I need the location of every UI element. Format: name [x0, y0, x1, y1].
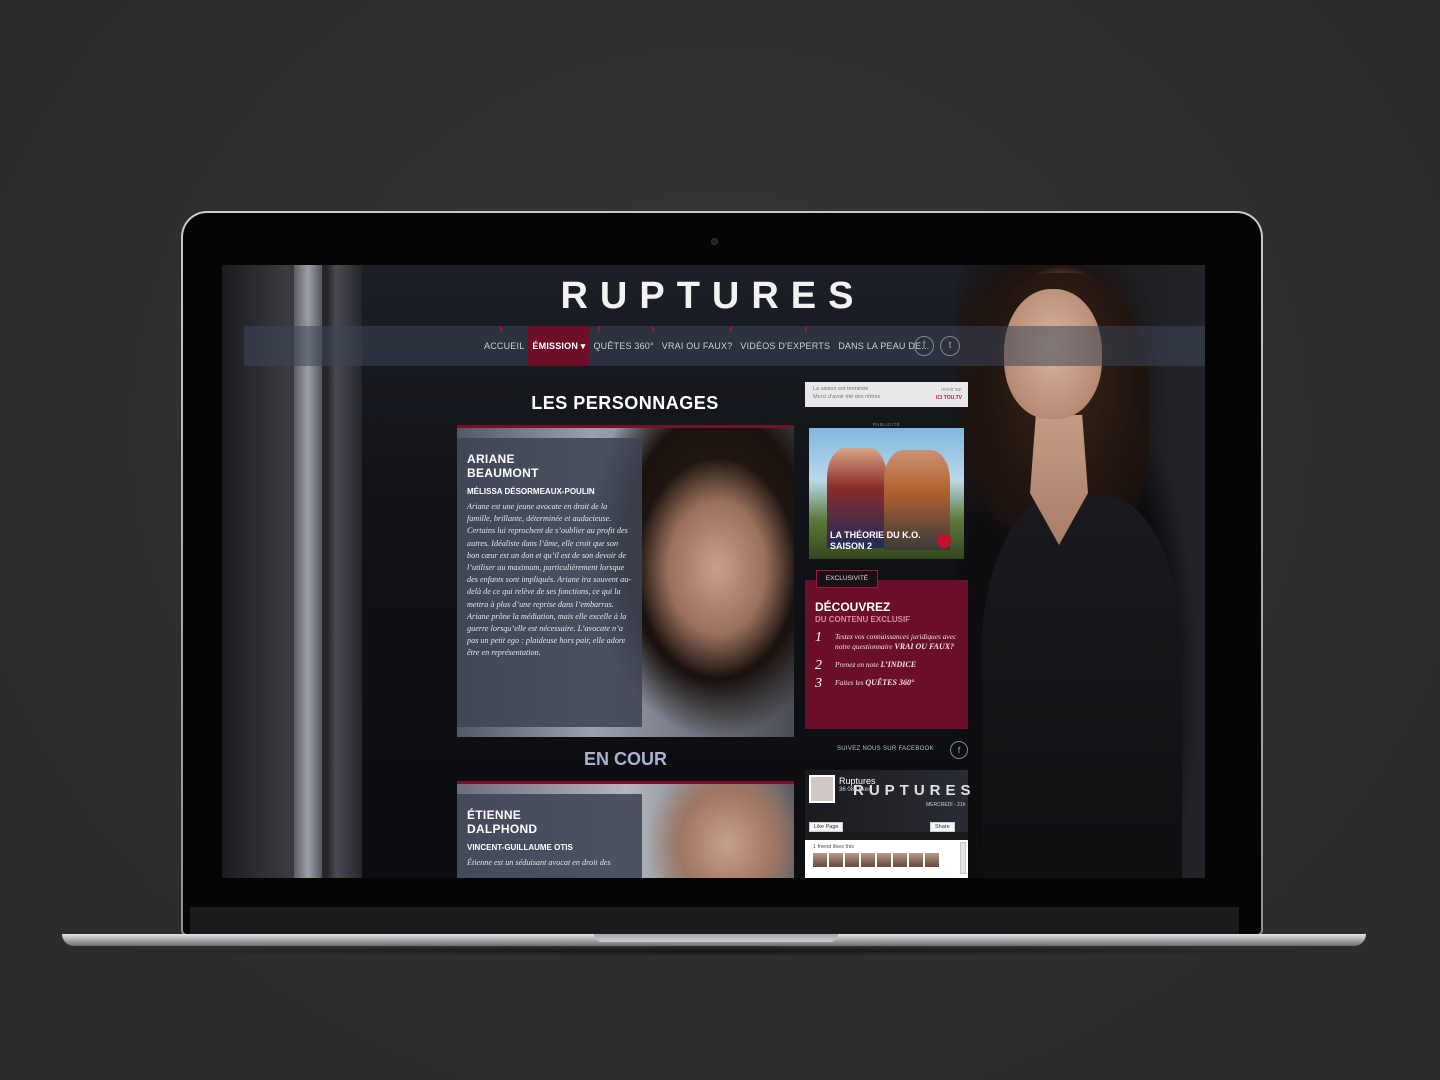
facebook-page-widget: RUPTURES MERCREDI - 21h Ruptures 36 088 … [805, 770, 971, 878]
exclusive-step[interactable]: 3 Faites les QUÊTES 360° [815, 676, 958, 691]
ad-banner[interactable]: LA THÉORIE DU K.O. SAISON 2 [809, 428, 964, 559]
ad-title: LA THÉORIE DU K.O. SAISON 2 [830, 530, 921, 551]
avatar[interactable] [877, 853, 891, 867]
character-name-first: ARIANE [467, 452, 515, 466]
scrollbar[interactable] [960, 842, 966, 874]
avatar[interactable] [861, 853, 875, 867]
main-nav: ACCUEIL ÉMISSION ▾ QUÊTES 360° VRAI OU F… [244, 326, 1205, 366]
nav-emission[interactable]: ÉMISSION ▾ [528, 326, 590, 366]
laptop-notch [594, 934, 838, 942]
character-name-last: DALPHOND [467, 822, 538, 836]
section-title: LES PERSONNAGES [531, 393, 719, 413]
character-name-last: BEAUMONT [467, 466, 539, 480]
character-description: Ariane est une jeune avocate en droit de… [467, 502, 632, 658]
facebook-friends: 1 friend likes this [805, 840, 968, 878]
exclusive-step[interactable]: 2 Prenez en note L’INDICE [815, 658, 958, 673]
exclusive-step[interactable]: 1 Testez vos connaissances juridiques av… [815, 630, 958, 652]
facebook-cover: RUPTURES MERCREDI - 21h Ruptures 36 088 … [805, 770, 971, 832]
ad-label: PUBLICITÉ [872, 422, 901, 427]
nav-quetes-360[interactable]: QUÊTES 360° [589, 326, 657, 366]
avatar[interactable] [845, 853, 859, 867]
exclusive-heading: DÉCOUVREZ [815, 600, 891, 614]
season-ended-banner[interactable]: La saison est terminée Merci d'avoir été… [805, 382, 968, 407]
twitter-icon[interactable]: t [940, 336, 960, 356]
avatar[interactable] [829, 853, 843, 867]
character-actor: MÉLISSA DÉSORMEAUX-POULIN [467, 487, 595, 496]
nav-videos-experts[interactable]: VIDÉOS D'EXPERTS [736, 326, 834, 366]
avatar[interactable] [925, 853, 939, 867]
facebook-like-count: 36 088 likes [839, 787, 872, 793]
avatar[interactable] [893, 853, 907, 867]
like-page-button[interactable]: Like Page [809, 822, 844, 832]
mockup-background: RUPTURES ACCUEIL ÉMISSION ▾ QUÊTES 360° … [0, 0, 1440, 1080]
facebook-icon[interactable]: f [914, 336, 934, 356]
website-screen: RUPTURES ACCUEIL ÉMISSION ▾ QUÊTES 360° … [222, 265, 1205, 878]
avatar[interactable] [909, 853, 923, 867]
character-card-etienne[interactable]: ÉTIENNE DALPHOND VINCENT-GUILLAUME OTIS … [457, 781, 794, 878]
character-card-ariane[interactable]: ARIANE BEAUMONT MÉLISSA DÉSORMEAUX-POULI… [457, 425, 794, 737]
toutv-logo: ICI TOU.TV [935, 395, 962, 401]
exclusive-content-box[interactable]: DÉCOUVREZ DU CONTENU EXCLUSIF 1 Testez v… [805, 580, 968, 729]
character-name-first: ÉTIENNE [467, 808, 522, 822]
exclusive-tab: EXCLUSIVITÉ [816, 570, 878, 588]
facebook-page-name[interactable]: Ruptures [839, 776, 876, 786]
group-title: EN COUR [583, 749, 667, 769]
site-logo[interactable]: RUPTURES [555, 275, 871, 318]
character-description: Étienne est un séduisant avocat en droit… [467, 858, 611, 867]
webcam-icon [711, 238, 718, 245]
character-info-panel: ARIANE BEAUMONT MÉLISSA DÉSORMEAUX-POULI… [457, 438, 642, 727]
share-button[interactable]: Share [930, 822, 955, 832]
character-actor: VINCENT-GUILLAUME OTIS [467, 843, 573, 852]
laptop-chin [190, 907, 1239, 934]
facebook-follow[interactable]: SUIVEZ NOUS SUR FACEBOOK f [805, 741, 968, 759]
nav-vrai-ou-faux[interactable]: VRAI OU FAUX? [658, 326, 737, 366]
character-info-panel: ÉTIENNE DALPHOND VINCENT-GUILLAUME OTIS … [457, 794, 642, 878]
exclusive-subheading: DU CONTENU EXCLUSIF [815, 615, 911, 624]
avatar[interactable] [813, 853, 827, 867]
facebook-page-avatar[interactable] [809, 775, 835, 803]
radio-canada-logo-icon [937, 534, 951, 548]
nav-accueil[interactable]: ACCUEIL [480, 326, 528, 366]
facebook-icon[interactable]: f [950, 741, 968, 759]
